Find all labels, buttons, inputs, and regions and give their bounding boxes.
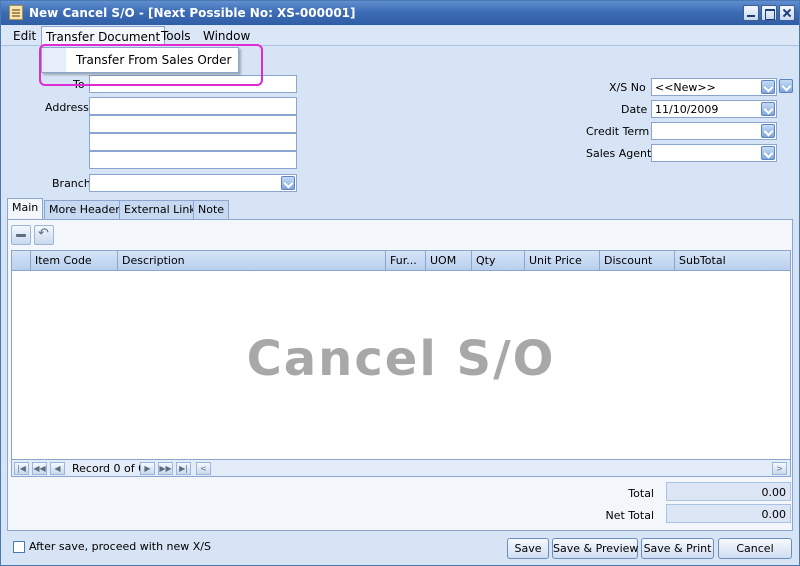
net-total-label: Net Total <box>605 509 655 522</box>
highlight-annotation <box>39 44 263 86</box>
col-discount[interactable]: Discount <box>599 251 674 270</box>
proceed-new-label: After save, proceed with new X/S <box>29 540 211 553</box>
main-tab-panel: Item Code Description Fur... UOM Qty Uni… <box>7 219 793 531</box>
address-label: Address <box>45 101 89 114</box>
col-qty[interactable]: Qty <box>471 251 524 270</box>
chevron-down-icon[interactable] <box>761 124 775 138</box>
branch-label: Branch <box>52 177 91 190</box>
tab-more-header[interactable]: More Header <box>44 200 125 219</box>
document-watermark: Cancel S/O <box>246 331 556 387</box>
menu-transfer-document[interactable]: Transfer Document <box>41 26 166 46</box>
tab-note[interactable]: Note <box>193 200 230 219</box>
credit-term-label: Credit Term <box>586 125 650 138</box>
xs-no-dropdown-icon[interactable] <box>779 79 793 93</box>
xs-no-combo[interactable]: <<New>> <box>651 78 777 96</box>
scroll-left-icon[interactable]: < <box>196 462 211 475</box>
col-unit-price[interactable]: Unit Price <box>524 251 599 270</box>
date-value: 11/10/2009 <box>655 103 719 116</box>
date-field[interactable]: 11/10/2009 <box>651 100 777 118</box>
chevron-down-icon[interactable] <box>281 176 295 190</box>
record-navigator: |◀ ◀◀ ◀ Record 0 of 0 ▶ ▶▶ ▶| < > <box>12 459 790 476</box>
title-bar[interactable]: New Cancel S/O - [Next Possible No: XS-0… <box>1 1 799 25</box>
maximize-icon[interactable] <box>761 5 777 21</box>
col-uom[interactable]: UOM <box>425 251 471 270</box>
undo-icon[interactable] <box>34 225 54 245</box>
save-print-button[interactable]: Save & Print <box>641 538 714 559</box>
total-label: Total <box>628 487 654 500</box>
col-description[interactable]: Description <box>117 251 385 270</box>
credit-term-combo[interactable] <box>651 122 777 140</box>
address-line-1[interactable] <box>89 97 297 115</box>
col-further-description[interactable]: Fur... <box>385 251 425 270</box>
document-icon <box>9 5 23 20</box>
tab-main[interactable]: Main <box>7 198 44 220</box>
record-counter: Record 0 of 0 <box>72 462 146 475</box>
address-line-2[interactable] <box>89 115 297 133</box>
first-record-icon[interactable]: |◀ <box>14 462 29 475</box>
footer-bar: After save, proceed with new X/S Save Sa… <box>1 534 799 565</box>
menu-tools[interactable]: Tools <box>161 29 191 43</box>
close-icon[interactable] <box>779 5 795 21</box>
remove-row-icon[interactable] <box>11 225 31 245</box>
sales-agent-combo[interactable] <box>651 144 777 162</box>
total-value: 0.00 <box>666 482 791 501</box>
xs-no-value: <<New>> <box>655 81 716 94</box>
cancel-button[interactable]: Cancel <box>718 538 792 559</box>
branch-combo[interactable] <box>89 174 297 192</box>
save-button[interactable]: Save <box>507 538 549 559</box>
proceed-new-checkbox[interactable] <box>13 541 25 553</box>
chevron-down-icon[interactable] <box>761 80 775 94</box>
window-title: New Cancel S/O - [Next Possible No: XS-0… <box>29 6 356 20</box>
minimize-icon[interactable] <box>743 5 759 21</box>
next-page-icon[interactable]: ▶▶ <box>158 462 173 475</box>
address-line-3[interactable] <box>89 133 297 151</box>
col-subtotal[interactable]: SubTotal <box>674 251 790 270</box>
chevron-down-icon[interactable] <box>761 146 775 160</box>
menu-window[interactable]: Window <box>203 29 250 43</box>
previous-record-icon[interactable]: ◀ <box>50 462 65 475</box>
document-window: New Cancel S/O - [Next Possible No: XS-0… <box>0 0 800 566</box>
date-label: Date <box>621 103 648 116</box>
net-total-value: 0.00 <box>666 504 791 523</box>
menu-bar: Edit Transfer Document Tools Window <box>1 26 799 46</box>
chevron-down-icon[interactable] <box>761 102 775 116</box>
menu-edit[interactable]: Edit <box>13 29 36 43</box>
grid-header: Item Code Description Fur... UOM Qty Uni… <box>12 251 790 271</box>
save-preview-button[interactable]: Save & Preview <box>552 538 638 559</box>
address-line-4[interactable] <box>89 151 297 169</box>
xs-no-label: X/S No <box>609 81 646 94</box>
tab-external-link[interactable]: External Link <box>119 200 201 219</box>
last-record-icon[interactable]: ▶| <box>176 462 191 475</box>
col-item-code[interactable]: Item Code <box>30 251 117 270</box>
row-indicator-header <box>12 251 30 270</box>
next-record-icon[interactable]: ▶ <box>140 462 155 475</box>
previous-page-icon[interactable]: ◀◀ <box>32 462 47 475</box>
sales-agent-label: Sales Agent <box>586 147 652 160</box>
item-grid[interactable]: Item Code Description Fur... UOM Qty Uni… <box>11 250 791 477</box>
scroll-right-icon[interactable]: > <box>772 462 787 475</box>
